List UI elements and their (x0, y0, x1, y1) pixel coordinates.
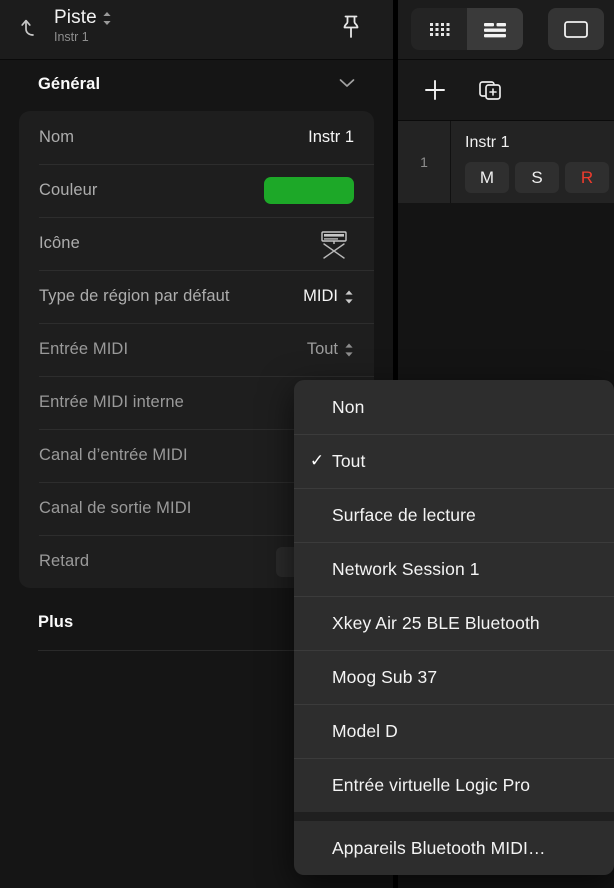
menu-item-label: Network Session 1 (294, 559, 480, 580)
property-row-type-region[interactable]: Type de région par défaut MIDI (19, 270, 374, 323)
check-icon: ✓ (306, 451, 328, 471)
menu-item-label: Model D (294, 721, 398, 742)
property-label: Retard (39, 552, 276, 571)
property-label: Icône (39, 234, 314, 253)
region-type-value-wrap[interactable]: MIDI (303, 287, 354, 306)
menu-separator (294, 812, 614, 821)
inspector-title-row[interactable]: Piste (54, 7, 112, 29)
menu-item-label: Xkey Air 25 BLE Bluetooth (294, 613, 540, 634)
track-row[interactable]: 1 Instr 1 M S R (398, 121, 614, 204)
menu-item-label: Non (294, 397, 364, 418)
section-label-more: Plus (38, 613, 73, 632)
menu-item-label: Tout (294, 451, 365, 472)
property-label: Type de région par défaut (39, 287, 303, 306)
color-swatch[interactable] (264, 177, 354, 204)
menu-item[interactable]: Non (294, 380, 614, 434)
grid-view-icon[interactable] (411, 8, 467, 50)
menu-item-label: Moog Sub 37 (294, 667, 437, 688)
midi-input-dropdown-menu[interactable]: Non ✓ Tout Surface de lecture Network Se… (294, 380, 614, 875)
property-row-icone[interactable]: Icône (19, 217, 374, 270)
chevron-down-icon[interactable] (339, 78, 355, 88)
menu-item[interactable]: Entrée virtuelle Logic Pro (294, 758, 614, 812)
back-arrow-icon[interactable] (20, 14, 46, 40)
menu-item[interactable]: Network Session 1 (294, 542, 614, 596)
property-row-entree-midi[interactable]: Entrée MIDI Tout (19, 323, 374, 376)
window-icon[interactable] (548, 8, 604, 50)
menu-item[interactable]: Surface de lecture (294, 488, 614, 542)
property-label: Nom (39, 128, 308, 147)
section-label-general: Général (38, 75, 100, 94)
plus-icon[interactable] (418, 74, 452, 106)
track-buttons: M S R (465, 162, 609, 193)
menu-item-label: Appareils Bluetooth MIDI… (294, 838, 546, 859)
track-toolbar (398, 60, 614, 121)
region-type-value: MIDI (303, 287, 338, 306)
property-label: Couleur (39, 181, 264, 200)
view-toolbar (398, 0, 614, 60)
inspector-title-block: Piste Instr 1 (54, 7, 112, 44)
menu-item-label: Entrée virtuelle Logic Pro (294, 775, 530, 796)
menu-item[interactable]: Model D (294, 704, 614, 758)
keyboard-stand-icon[interactable] (314, 227, 354, 261)
pin-icon[interactable] (338, 13, 364, 41)
inspector-header: Piste Instr 1 (0, 0, 393, 60)
midi-input-value-wrap[interactable]: Tout (307, 340, 354, 359)
track-name[interactable]: Instr 1 (465, 134, 509, 152)
stepper-chevrons-icon[interactable] (344, 342, 354, 358)
track-number: 1 (398, 121, 451, 203)
menu-item-selected[interactable]: ✓ Tout (294, 434, 614, 488)
menu-item[interactable]: Xkey Air 25 BLE Bluetooth (294, 596, 614, 650)
name-value[interactable]: Instr 1 (308, 128, 354, 147)
menu-item[interactable]: Moog Sub 37 (294, 650, 614, 704)
stepper-chevrons-icon[interactable] (344, 289, 354, 305)
section-header-general[interactable]: Général (0, 60, 393, 108)
inspector-subtitle: Instr 1 (54, 30, 112, 44)
sort-chevrons-icon[interactable] (102, 11, 112, 26)
mute-button[interactable]: M (465, 162, 509, 193)
property-row-nom[interactable]: Nom Instr 1 (19, 111, 374, 164)
duplicate-track-icon[interactable] (474, 74, 508, 106)
view-mode-segmented-control[interactable] (411, 8, 523, 50)
menu-item[interactable]: Appareils Bluetooth MIDI… (294, 821, 614, 875)
page-title: Piste (54, 7, 97, 29)
property-label: Entrée MIDI (39, 340, 307, 359)
logic-pro-inspector-screen: Piste Instr 1 Général (0, 0, 614, 888)
menu-item-label: Surface de lecture (294, 505, 476, 526)
list-view-icon[interactable] (467, 8, 523, 50)
property-row-couleur[interactable]: Couleur (19, 164, 374, 217)
record-enable-button[interactable]: R (565, 162, 609, 193)
solo-button[interactable]: S (515, 162, 559, 193)
midi-input-value: Tout (307, 340, 338, 359)
